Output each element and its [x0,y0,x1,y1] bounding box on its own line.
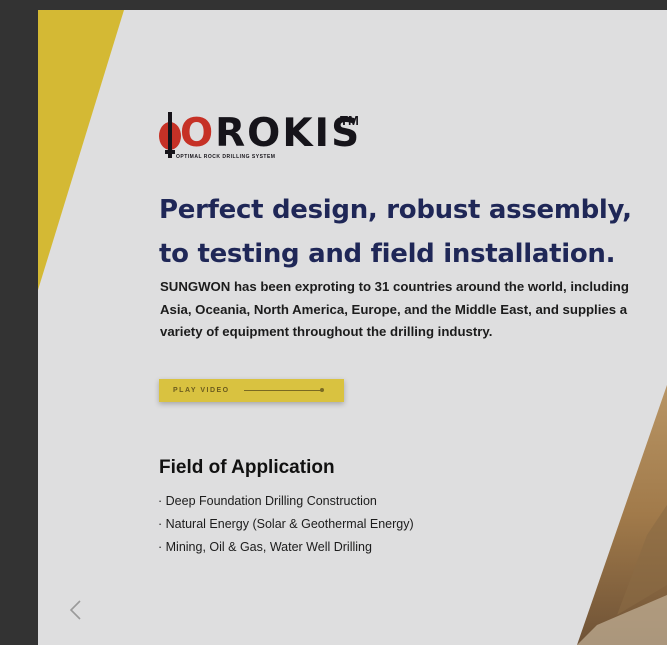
logo-subtitle: OPTIMAL ROCK DRILLING SYSTEM [176,154,276,160]
headline-line-1: Perfect design, robust assembly, [159,195,632,225]
trademark-symbol: TM [340,113,359,128]
yellow-accent-shape [38,10,124,290]
play-video-label: PLAY VIDEO [173,387,230,394]
field-of-application-title: Field of Application [159,457,335,478]
headline-line-2: to testing and field installation. [159,239,616,269]
list-item: · Deep Foundation Drilling Construction [158,494,377,508]
headline: Perfect design, robust assembly, to test… [159,188,639,276]
list-item: · Natural Energy (Solar & Geothermal Ene… [158,517,414,531]
list-item: · Mining, Oil & Gas, Water Well Drilling [158,540,372,554]
play-arrow-line [243,388,324,392]
logo-lead-letter: O [180,111,216,156]
play-video-button[interactable]: PLAY VIDEO [159,379,344,402]
application-list: · Deep Foundation Drilling Construction … [158,490,414,559]
drill-site-photo [577,385,667,645]
logo-wordmark: OROKIS [180,114,361,154]
orokis-logo: OROKIS TM OPTIMAL ROCK DRILLING SYSTEM [158,110,368,162]
company-description: SUNGWON has been exproting to 31 countri… [160,279,629,339]
hero-panel: OROKIS TM OPTIMAL ROCK DRILLING SYSTEM P… [38,10,667,645]
chevron-left-icon[interactable] [66,598,86,622]
